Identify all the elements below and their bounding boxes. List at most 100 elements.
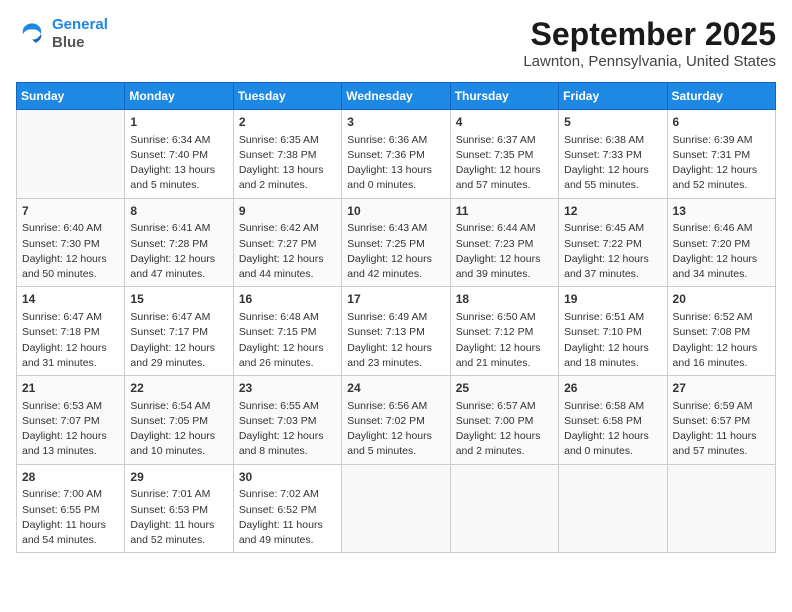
calendar-week-row: 7Sunrise: 6:40 AMSunset: 7:30 PMDaylight… <box>17 198 776 287</box>
calendar-week-row: 28Sunrise: 7:00 AMSunset: 6:55 PMDayligh… <box>17 464 776 553</box>
daylight-label: Daylight: 12 hours <box>22 430 107 442</box>
day-number: 8 <box>130 203 227 220</box>
weekday-header-tuesday: Tuesday <box>233 83 341 110</box>
day-number: 4 <box>456 114 553 131</box>
sunrise-text: Sunrise: 6:50 AM <box>456 311 536 323</box>
day-content: Sunrise: 6:42 AMSunset: 7:27 PMDaylight:… <box>239 221 336 282</box>
daylight-label: Daylight: 12 hours <box>130 430 215 442</box>
sunrise-text: Sunrise: 6:40 AM <box>22 222 102 234</box>
sunset-text: Sunset: 7:17 PM <box>130 326 208 338</box>
sunrise-text: Sunrise: 6:44 AM <box>456 222 536 234</box>
day-content: Sunrise: 6:55 AMSunset: 7:03 PMDaylight:… <box>239 399 336 460</box>
day-number: 10 <box>347 203 444 220</box>
daylight-minutes: and 23 minutes. <box>347 357 422 369</box>
sunrise-text: Sunrise: 6:42 AM <box>239 222 319 234</box>
calendar-cell: 14Sunrise: 6:47 AMSunset: 7:18 PMDayligh… <box>17 287 125 376</box>
day-content: Sunrise: 7:00 AMSunset: 6:55 PMDaylight:… <box>22 487 119 548</box>
calendar-cell: 2Sunrise: 6:35 AMSunset: 7:38 PMDaylight… <box>233 110 341 199</box>
calendar-cell: 18Sunrise: 6:50 AMSunset: 7:12 PMDayligh… <box>450 287 558 376</box>
sunrise-text: Sunrise: 6:41 AM <box>130 222 210 234</box>
calendar-cell: 30Sunrise: 7:02 AMSunset: 6:52 PMDayligh… <box>233 464 341 553</box>
sunrise-text: Sunrise: 6:47 AM <box>22 311 102 323</box>
sunrise-text: Sunrise: 6:54 AM <box>130 400 210 412</box>
day-number: 3 <box>347 114 444 131</box>
day-number: 30 <box>239 469 336 486</box>
day-number: 18 <box>456 291 553 308</box>
sunrise-text: Sunrise: 6:38 AM <box>564 134 644 146</box>
daylight-label: Daylight: 12 hours <box>673 342 758 354</box>
daylight-minutes: and 50 minutes. <box>22 268 97 280</box>
calendar-cell: 26Sunrise: 6:58 AMSunset: 6:58 PMDayligh… <box>559 376 667 465</box>
daylight-minutes: and 47 minutes. <box>130 268 205 280</box>
day-content: Sunrise: 7:02 AMSunset: 6:52 PMDaylight:… <box>239 487 336 548</box>
sunset-text: Sunset: 7:25 PM <box>347 238 425 250</box>
daylight-minutes: and 21 minutes. <box>456 357 531 369</box>
calendar-cell: 10Sunrise: 6:43 AMSunset: 7:25 PMDayligh… <box>342 198 450 287</box>
day-number: 28 <box>22 469 119 486</box>
day-content: Sunrise: 6:35 AMSunset: 7:38 PMDaylight:… <box>239 133 336 194</box>
sunrise-text: Sunrise: 6:46 AM <box>673 222 753 234</box>
day-content: Sunrise: 6:34 AMSunset: 7:40 PMDaylight:… <box>130 133 227 194</box>
calendar-cell: 21Sunrise: 6:53 AMSunset: 7:07 PMDayligh… <box>17 376 125 465</box>
daylight-label: Daylight: 13 hours <box>347 164 432 176</box>
daylight-minutes: and 5 minutes. <box>130 179 199 191</box>
day-number: 6 <box>673 114 770 131</box>
sunset-text: Sunset: 7:40 PM <box>130 149 208 161</box>
month-title: September 2025 <box>523 16 776 53</box>
daylight-label: Daylight: 11 hours <box>239 519 323 531</box>
sunrise-text: Sunrise: 6:43 AM <box>347 222 427 234</box>
sunset-text: Sunset: 6:57 PM <box>673 415 751 427</box>
calendar-week-row: 21Sunrise: 6:53 AMSunset: 7:07 PMDayligh… <box>17 376 776 465</box>
daylight-minutes: and 57 minutes. <box>456 179 531 191</box>
day-content: Sunrise: 6:39 AMSunset: 7:31 PMDaylight:… <box>673 133 770 194</box>
daylight-minutes: and 52 minutes. <box>130 534 205 546</box>
daylight-minutes: and 18 minutes. <box>564 357 639 369</box>
calendar-cell: 1Sunrise: 6:34 AMSunset: 7:40 PMDaylight… <box>125 110 233 199</box>
calendar-cell <box>342 464 450 553</box>
daylight-minutes: and 0 minutes. <box>564 445 633 457</box>
sunset-text: Sunset: 7:22 PM <box>564 238 642 250</box>
sunrise-text: Sunrise: 6:55 AM <box>239 400 319 412</box>
sunset-text: Sunset: 7:18 PM <box>22 326 100 338</box>
day-number: 13 <box>673 203 770 220</box>
sunset-text: Sunset: 7:35 PM <box>456 149 534 161</box>
daylight-minutes: and 0 minutes. <box>347 179 416 191</box>
daylight-minutes: and 39 minutes. <box>456 268 531 280</box>
sunset-text: Sunset: 7:31 PM <box>673 149 751 161</box>
sunset-text: Sunset: 7:20 PM <box>673 238 751 250</box>
day-number: 19 <box>564 291 661 308</box>
daylight-minutes: and 44 minutes. <box>239 268 314 280</box>
calendar-cell: 5Sunrise: 6:38 AMSunset: 7:33 PMDaylight… <box>559 110 667 199</box>
day-content: Sunrise: 6:48 AMSunset: 7:15 PMDaylight:… <box>239 310 336 371</box>
sunset-text: Sunset: 7:00 PM <box>456 415 534 427</box>
day-content: Sunrise: 6:46 AMSunset: 7:20 PMDaylight:… <box>673 221 770 282</box>
day-number: 9 <box>239 203 336 220</box>
day-content: Sunrise: 6:57 AMSunset: 7:00 PMDaylight:… <box>456 399 553 460</box>
weekday-header-saturday: Saturday <box>667 83 775 110</box>
daylight-label: Daylight: 13 hours <box>239 164 324 176</box>
calendar-cell: 12Sunrise: 6:45 AMSunset: 7:22 PMDayligh… <box>559 198 667 287</box>
day-content: Sunrise: 6:51 AMSunset: 7:10 PMDaylight:… <box>564 310 661 371</box>
sunset-text: Sunset: 6:58 PM <box>564 415 642 427</box>
daylight-minutes: and 57 minutes. <box>673 445 748 457</box>
daylight-label: Daylight: 12 hours <box>564 342 649 354</box>
sunset-text: Sunset: 7:10 PM <box>564 326 642 338</box>
day-number: 11 <box>456 203 553 220</box>
daylight-minutes: and 37 minutes. <box>564 268 639 280</box>
sunset-text: Sunset: 7:36 PM <box>347 149 425 161</box>
sunset-text: Sunset: 7:27 PM <box>239 238 317 250</box>
sunset-text: Sunset: 7:28 PM <box>130 238 208 250</box>
daylight-label: Daylight: 12 hours <box>22 342 107 354</box>
title-block: September 2025 Lawnton, Pennsylvania, Un… <box>523 16 776 70</box>
day-content: Sunrise: 6:45 AMSunset: 7:22 PMDaylight:… <box>564 221 661 282</box>
location-subtitle: Lawnton, Pennsylvania, United States <box>523 53 776 70</box>
day-content: Sunrise: 7:01 AMSunset: 6:53 PMDaylight:… <box>130 487 227 548</box>
daylight-minutes: and 31 minutes. <box>22 357 97 369</box>
calendar-cell: 9Sunrise: 6:42 AMSunset: 7:27 PMDaylight… <box>233 198 341 287</box>
calendar-cell: 17Sunrise: 6:49 AMSunset: 7:13 PMDayligh… <box>342 287 450 376</box>
daylight-minutes: and 13 minutes. <box>22 445 97 457</box>
sunrise-text: Sunrise: 7:02 AM <box>239 488 319 500</box>
day-number: 15 <box>130 291 227 308</box>
weekday-header-thursday: Thursday <box>450 83 558 110</box>
sunrise-text: Sunrise: 6:37 AM <box>456 134 536 146</box>
